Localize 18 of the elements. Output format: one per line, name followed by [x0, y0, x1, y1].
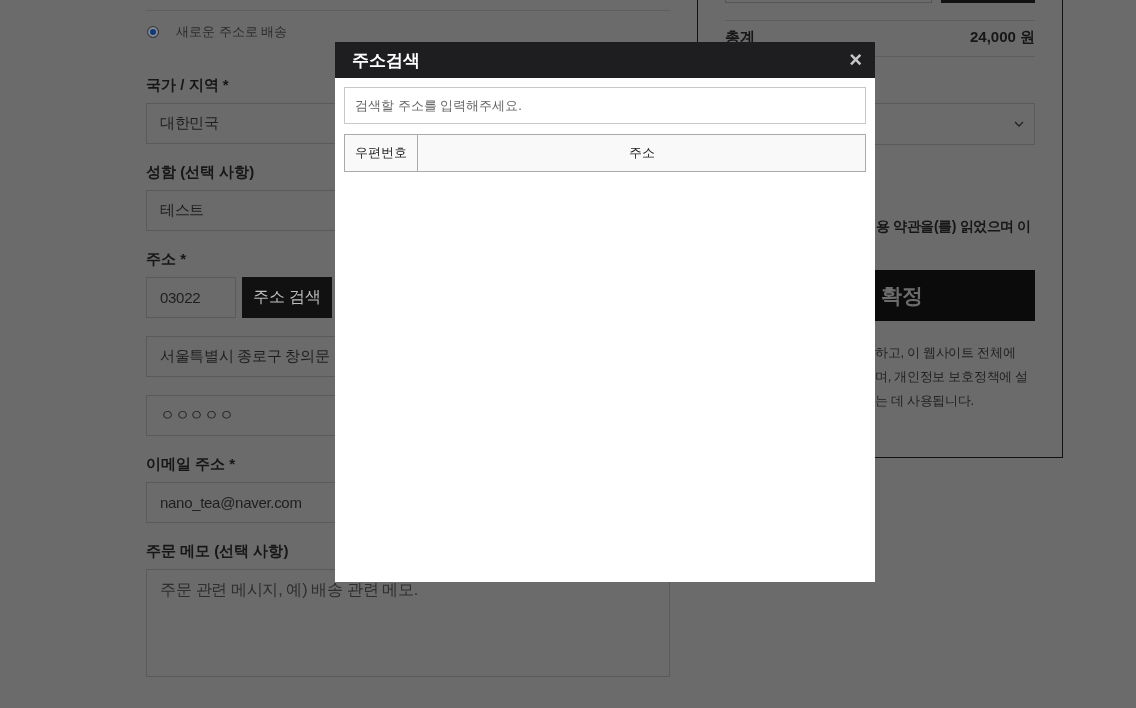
privacy-text: 하고, 이 웹사이트 전체에 며, 개인정보 보호정책에 설 는 데 사용됩니다.	[875, 344, 1028, 410]
close-button[interactable]: ×	[847, 49, 864, 71]
field-label: 국가 / 지역 *	[146, 75, 230, 95]
total-value: 24,000 원	[969, 28, 1035, 47]
field-label: 주문 메모 (선택 사항)	[146, 541, 290, 561]
column-header: 주소	[627, 144, 656, 162]
radio-button[interactable]	[147, 26, 159, 38]
field-label: 주소 *	[146, 249, 187, 269]
postcode-field[interactable]: 03022	[146, 277, 236, 318]
address-search-button[interactable]: 주소 검색	[242, 277, 332, 318]
radio-label: 새로운 주소로 배송	[176, 23, 288, 41]
search-field[interactable]: 검색할 주소를 입력해주세요.	[344, 87, 866, 124]
column-header: 우편번호	[345, 135, 418, 171]
chevron-down-icon	[1014, 121, 1024, 127]
terms-text: 용 약관을(를) 읽었으며 이	[876, 218, 1031, 236]
dialog-title: 주소검색	[352, 49, 420, 72]
field-label: 이메일 주소 *	[146, 454, 237, 474]
field-label: 성함 (선택 사항)	[146, 162, 256, 182]
